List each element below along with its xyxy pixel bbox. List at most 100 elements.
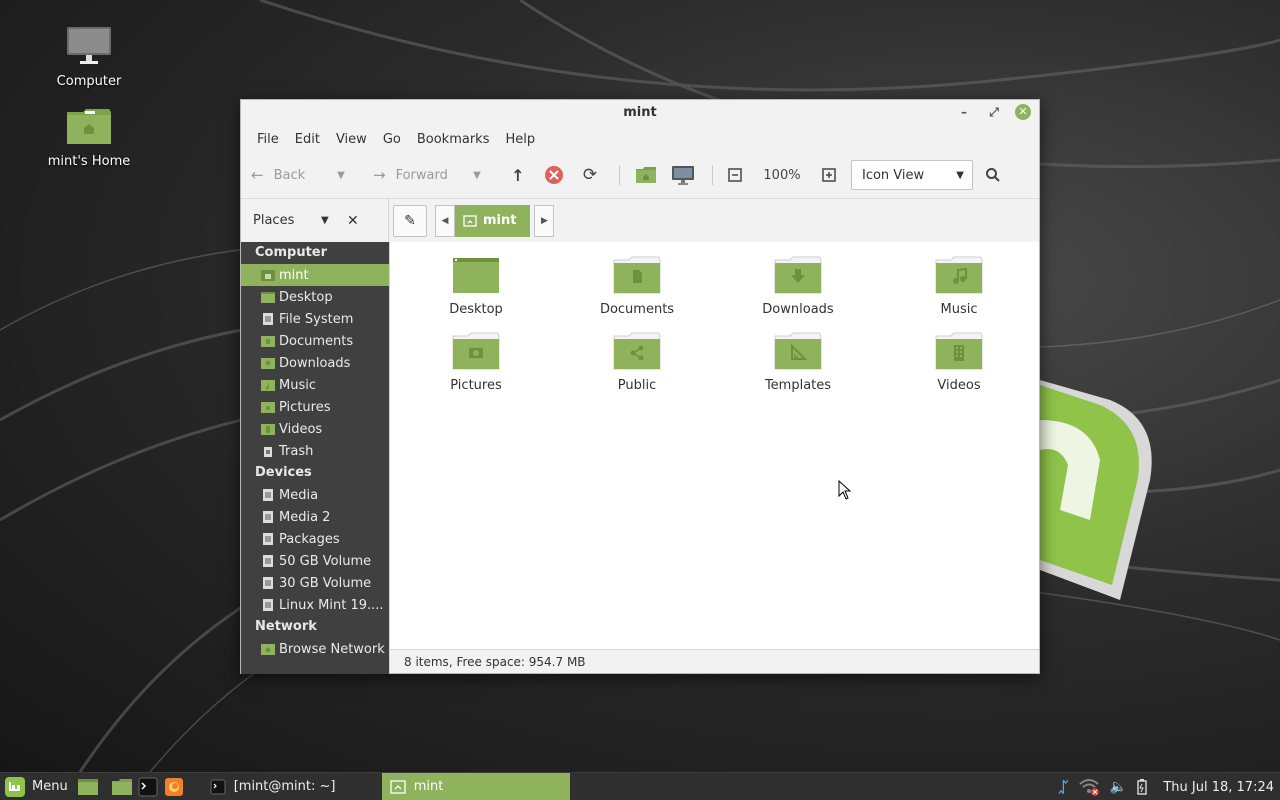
back-history-dropdown[interactable]: ▼: [321, 160, 361, 190]
launcher-show-desktop[interactable]: [76, 775, 100, 799]
desktop-icon-computer[interactable]: Computer: [39, 26, 139, 89]
sidebar-item-50gb-volume[interactable]: 50 GB Volume: [241, 550, 389, 572]
sidebar-item-pictures[interactable]: Pictures: [241, 396, 389, 418]
breadcrumb-right-button[interactable]: ▶: [534, 204, 555, 237]
close-button[interactable]: ✕: [1015, 104, 1031, 120]
sidebar-item-packages[interactable]: Packages: [241, 528, 389, 550]
folder-icon: [111, 778, 132, 795]
sidebar-item-30gb-volume[interactable]: 30 GB Volume: [241, 572, 389, 594]
desktop-icon-home[interactable]: mint's Home: [39, 106, 139, 169]
file-name: Music: [940, 302, 978, 317]
places-dropdown[interactable]: ▼: [321, 215, 347, 226]
mint-logo-icon: [5, 776, 25, 797]
zoom-in-icon: [822, 168, 836, 182]
sidebar-item-file-system[interactable]: File System: [241, 308, 389, 330]
home-button[interactable]: [632, 160, 660, 190]
menu-go[interactable]: Go: [375, 132, 409, 147]
file-item-pictures[interactable]: Pictures: [416, 332, 536, 393]
caret-right-icon: ▶: [541, 215, 548, 226]
monitor-icon: [672, 166, 694, 185]
sidebar-item-downloads[interactable]: Downloads: [241, 352, 389, 374]
up-button[interactable]: ↑: [501, 160, 535, 190]
zoom-in-button[interactable]: [819, 160, 839, 190]
launcher-terminal[interactable]: [136, 775, 160, 799]
breadcrumb-left-button[interactable]: ◀: [435, 204, 455, 237]
title-bar[interactable]: mint – ⤢ ✕: [241, 100, 1039, 126]
file-item-templates[interactable]: Templates: [738, 332, 858, 393]
launcher-firefox[interactable]: [162, 775, 186, 799]
close-sidebar-button[interactable]: ✕: [347, 213, 359, 229]
menu-help[interactable]: Help: [497, 132, 543, 147]
back-button[interactable]: ← Back: [251, 160, 321, 190]
file-view[interactable]: Desktop Documents Downloads Music Pictur…: [389, 242, 1039, 649]
menu-label: Menu: [32, 779, 68, 794]
minimize-button[interactable]: –: [955, 103, 973, 121]
sidebar-item-videos[interactable]: Videos: [241, 418, 389, 440]
terminal-icon: [138, 777, 158, 796]
volume-icon[interactable]: 🔈: [1110, 779, 1127, 795]
home-folder-icon: [67, 109, 111, 144]
arrow-right-icon: →: [373, 166, 386, 184]
toggle-location-entry-button[interactable]: ✎: [393, 204, 427, 237]
forward-label: Forward: [395, 167, 448, 183]
search-button[interactable]: [973, 160, 1013, 190]
zoom-level[interactable]: 100%: [745, 160, 819, 190]
sidebar-item-desktop[interactable]: Desktop: [241, 286, 389, 308]
sidebar-item-mint[interactable]: mint: [241, 264, 389, 286]
sidebar-item-media[interactable]: Media: [241, 484, 389, 506]
battery-icon[interactable]: [1137, 779, 1148, 795]
sidebar-item-documents[interactable]: Documents: [241, 330, 389, 352]
forward-history-dropdown[interactable]: ▼: [467, 160, 487, 190]
launcher-files[interactable]: [110, 775, 134, 799]
clock[interactable]: Thu Jul 18, 17:24: [1163, 780, 1274, 795]
sidebar-item-browse-network[interactable]: Browse Network: [241, 638, 389, 660]
mouse-cursor-icon: [838, 480, 852, 500]
file-item-documents[interactable]: Documents: [577, 256, 697, 317]
documents-folder-icon: [613, 256, 661, 294]
sidebar-item-linux-mint[interactable]: Linux Mint 19....: [241, 594, 389, 616]
drive-icon: [263, 313, 273, 325]
task-file-manager[interactable]: mint: [381, 772, 570, 800]
maximize-button[interactable]: ⤢: [985, 103, 1003, 121]
file-item-downloads[interactable]: Downloads: [738, 256, 858, 317]
menu-bookmarks[interactable]: Bookmarks: [409, 132, 498, 147]
terminal-icon: [210, 779, 226, 794]
file-item-desktop[interactable]: Desktop: [416, 256, 536, 317]
file-item-public[interactable]: Public: [577, 332, 697, 393]
documents-folder-icon: [261, 336, 275, 347]
sidebar-item-music[interactable]: Music: [241, 374, 389, 396]
view-mode-select[interactable]: Icon View ▼: [851, 160, 973, 190]
file-item-music[interactable]: Music: [899, 256, 1019, 317]
public-folder-icon: [613, 332, 661, 370]
forward-button[interactable]: → Forward: [373, 160, 467, 190]
bluetooth-icon[interactable]: ᛢ: [1059, 778, 1068, 796]
music-folder-icon: [935, 256, 983, 294]
drive-icon: [263, 599, 273, 611]
zoom-out-button[interactable]: [725, 160, 745, 190]
trash-icon: [264, 447, 272, 457]
sidebar-item-trash[interactable]: Trash: [241, 440, 389, 462]
task-label: mint: [413, 779, 444, 794]
home-folder-icon: [390, 779, 406, 794]
file-item-videos[interactable]: Videos: [899, 332, 1019, 393]
computer-button[interactable]: [666, 160, 700, 190]
network-disconnected-icon[interactable]: [1078, 778, 1100, 796]
sidebar-header: Places ▼ ✕: [241, 198, 389, 243]
menu-file[interactable]: File: [249, 132, 287, 147]
monitor-icon: [67, 27, 111, 64]
breadcrumb-home[interactable]: mint: [455, 204, 531, 237]
start-menu-button[interactable]: Menu: [0, 776, 76, 798]
task-terminal[interactable]: [mint@mint: ~]: [202, 773, 382, 800]
taskbar: Menu [mint@mint: ~] mint ᛢ 🔈 Thu Jul 18,…: [0, 772, 1280, 800]
desktop-icon-label: mint's Home: [47, 154, 131, 169]
menu-edit[interactable]: Edit: [287, 132, 328, 147]
pictures-folder-icon: [261, 402, 275, 413]
desktop-icon: [77, 778, 98, 795]
sidebar-item-media-2[interactable]: Media 2: [241, 506, 389, 528]
pencil-icon: ✎: [404, 212, 416, 229]
status-bar: 8 items, Free space: 954.7 MB: [389, 649, 1039, 673]
toolbar-separator: [619, 165, 620, 185]
stop-button[interactable]: [537, 160, 571, 190]
reload-button[interactable]: ⟳: [573, 160, 607, 190]
menu-view[interactable]: View: [328, 132, 375, 147]
